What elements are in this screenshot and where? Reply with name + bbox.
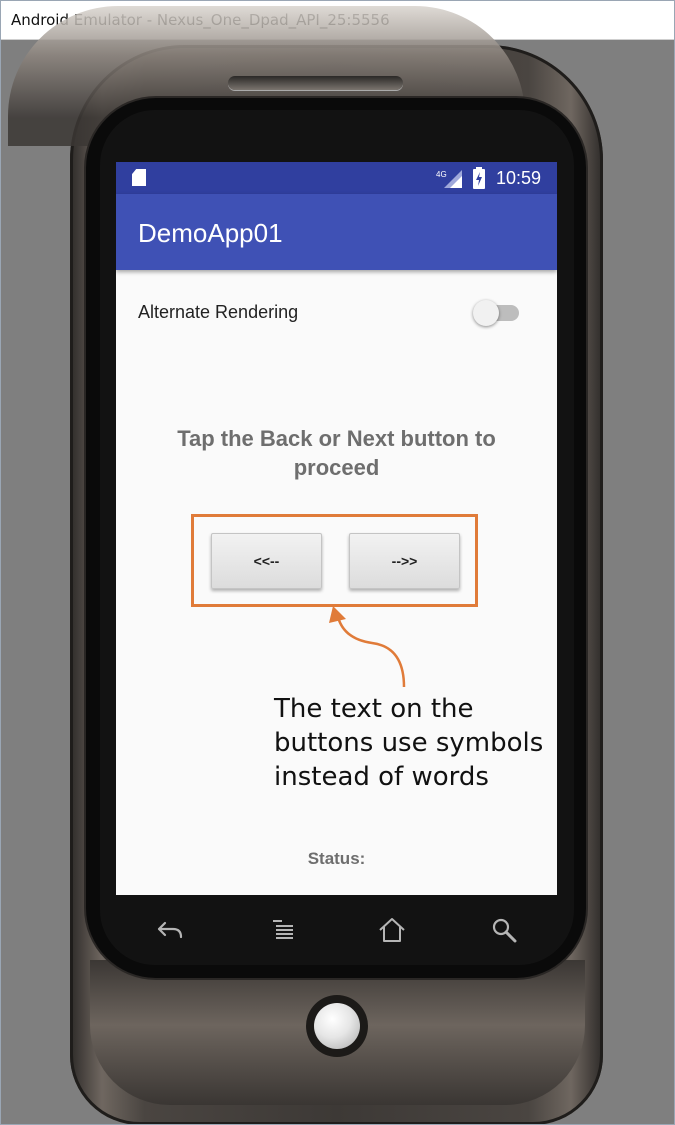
button-highlight-box: [191, 514, 478, 607]
status-clock: 10:59: [496, 168, 542, 188]
earpiece-speaker: [228, 76, 403, 90]
network-type-label: 4G: [436, 170, 447, 179]
sd-card-icon: [132, 169, 146, 186]
home-icon[interactable]: [377, 915, 407, 945]
app-bar: DemoApp01: [116, 194, 557, 270]
alternate-rendering-switch[interactable]: [473, 300, 499, 326]
menu-icon[interactable]: [268, 915, 298, 945]
status-label: Status:: [307, 849, 366, 868]
instruction-text: Tap the Back or Next button to proceed: [177, 426, 496, 480]
alternate-rendering-label: Alternate Rendering: [138, 302, 299, 322]
back-icon[interactable]: [155, 915, 185, 945]
callout-text: The text on the buttons use symbols inst…: [274, 694, 544, 792]
search-icon[interactable]: [489, 915, 519, 945]
app-title: DemoApp01: [138, 218, 283, 248]
trackball-button[interactable]: [314, 1003, 360, 1049]
battery-charging-icon: [473, 167, 485, 189]
signal-icon: 4G: [436, 170, 462, 188]
status-bar: 4G 10:59: [116, 162, 557, 194]
callout-arrow-icon: [329, 606, 406, 688]
